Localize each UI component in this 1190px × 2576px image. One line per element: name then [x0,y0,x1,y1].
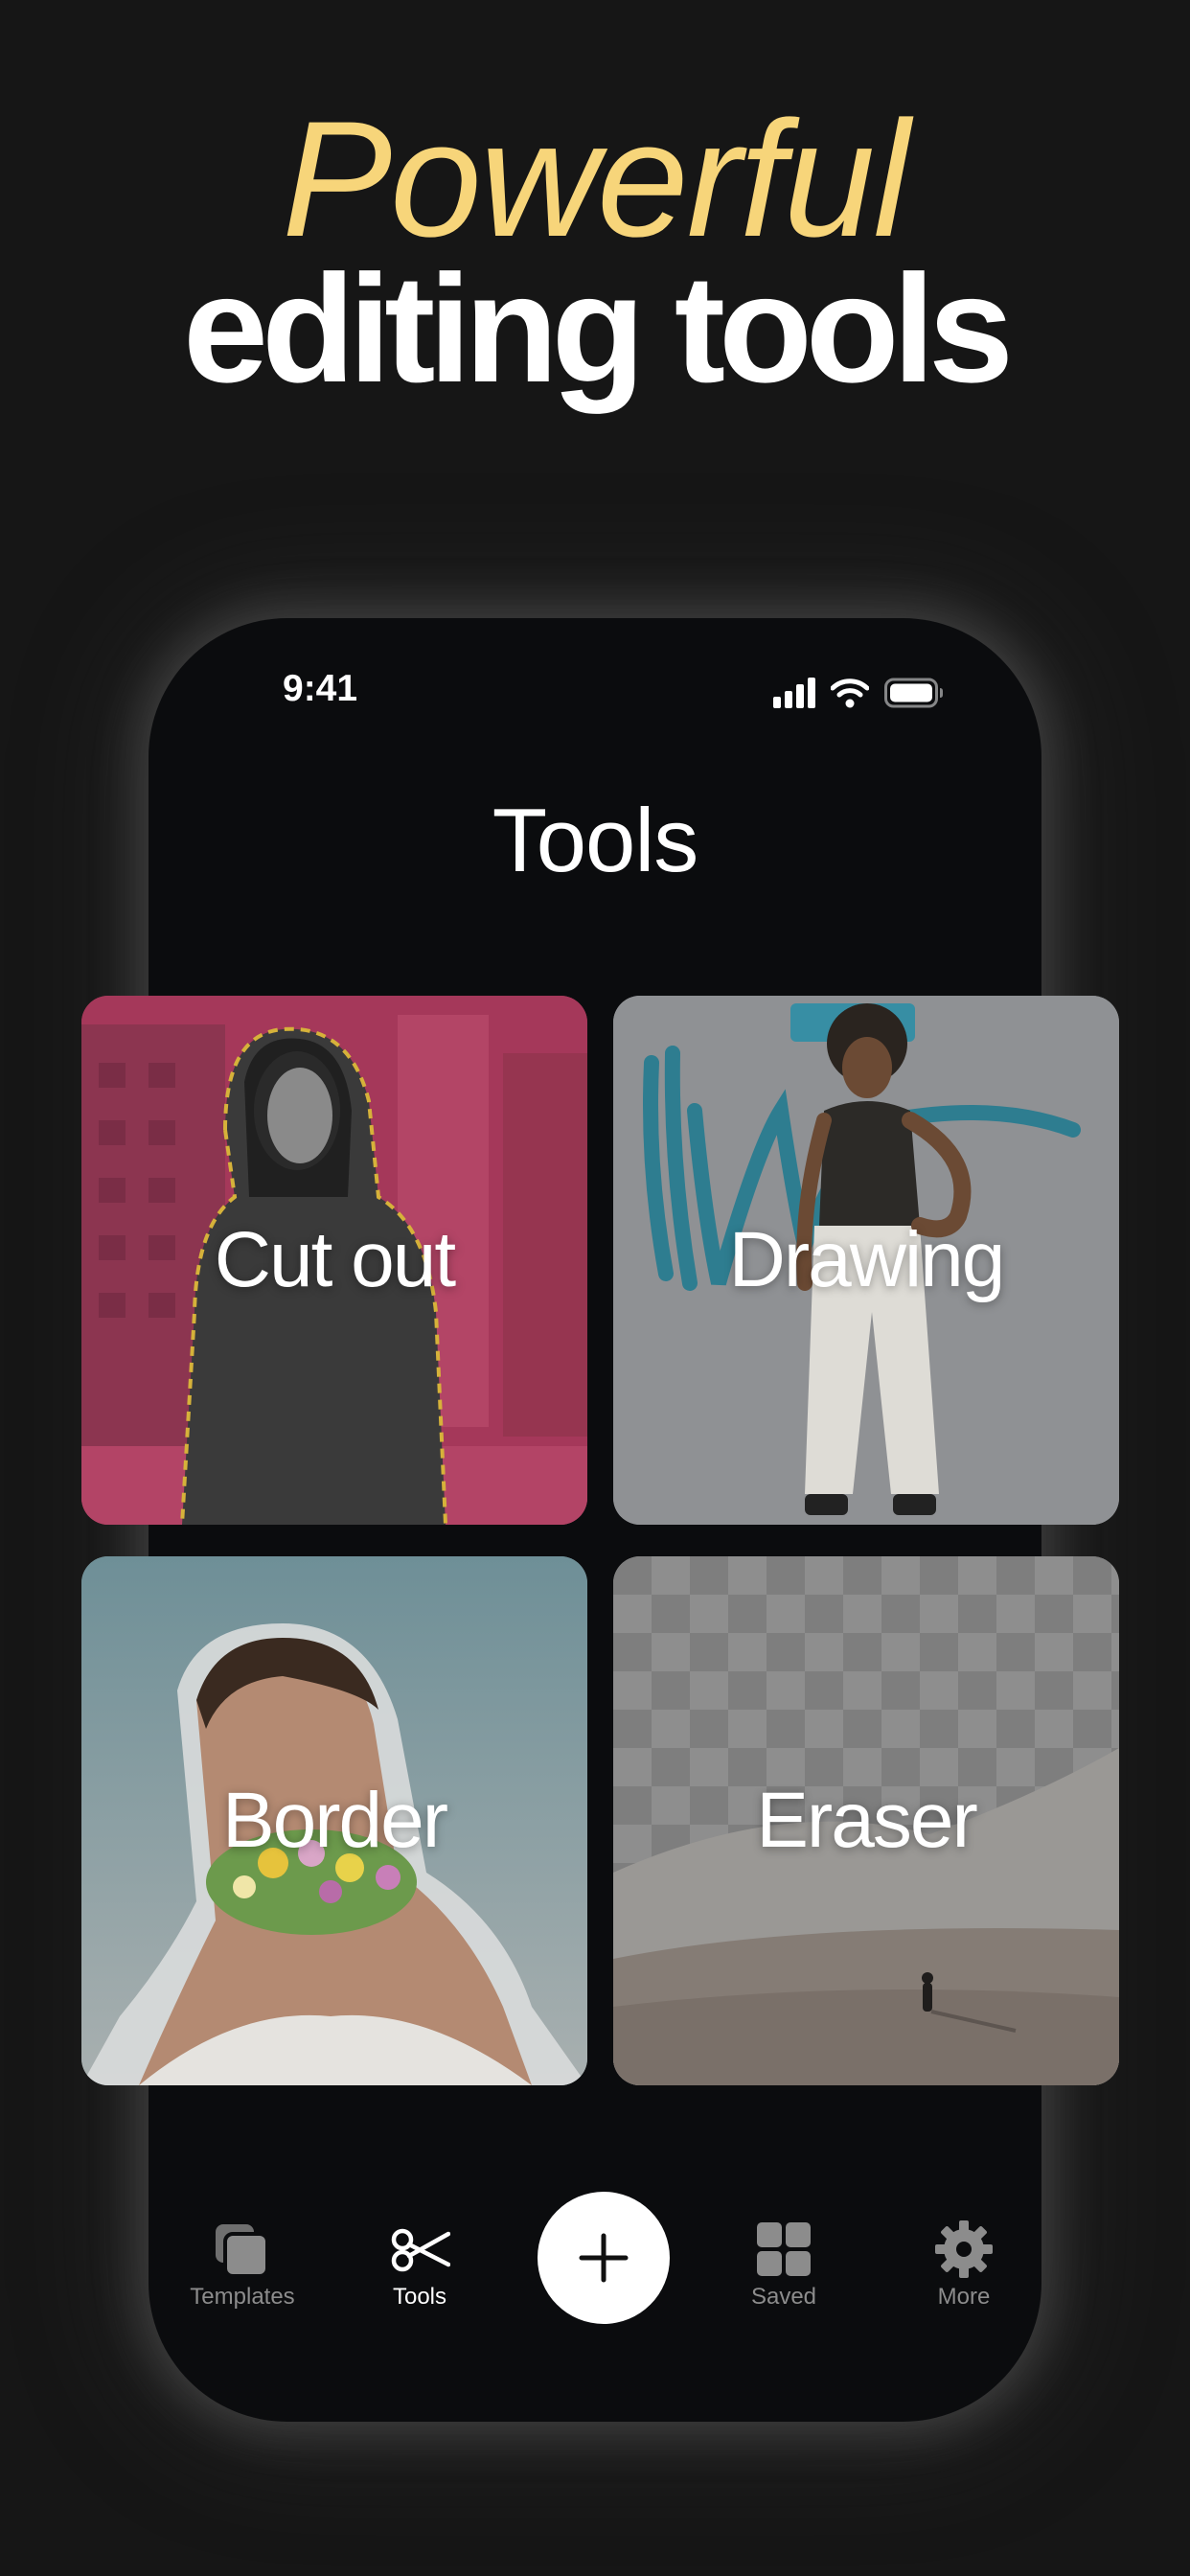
tab-saved[interactable]: Saved [707,2190,860,2343]
status-icons [773,678,944,708]
templates-icon [212,2219,273,2280]
tool-tile-border-label: Border [221,1777,448,1864]
tab-tools-label: Tools [392,2284,447,2310]
tab-more-label: More [937,2284,991,2310]
scissors-icon [389,2219,451,2280]
tab-tools[interactable]: Tools [343,2190,496,2343]
status-time: 9:41 [283,668,358,709]
tool-tile-cutout[interactable]: Cut out [81,996,587,1525]
tab-more[interactable]: More [887,2190,1041,2343]
promo-page: Powerful editing tools 9:41 Tools Templa… [0,0,1190,2576]
battery-icon [884,678,944,713]
tab-saved-label: Saved [750,2284,817,2310]
gear-icon [933,2219,995,2280]
tab-templates-label: Templates [190,2284,295,2310]
tab-bar: Templates Tools Saved More [149,2190,1041,2381]
tool-tile-drawing[interactable]: Drawing [613,996,1119,1525]
tool-tile-drawing-label: Drawing [728,1216,1006,1303]
add-button[interactable] [538,2192,670,2324]
signal-icon [773,678,815,713]
tool-tile-eraser-label: Eraser [756,1777,978,1864]
tool-tile-border[interactable]: Border [81,1556,587,2085]
tab-templates[interactable]: Templates [166,2190,319,2343]
tool-tile-cutout-label: Cut out [214,1216,456,1303]
wifi-icon [830,678,870,713]
headline-main: editing tools [182,242,1014,414]
tool-tile-eraser[interactable]: Eraser [613,1556,1119,2085]
grid-icon [753,2219,814,2280]
screen-title: Tools [492,790,698,890]
plus-icon [575,2229,632,2287]
